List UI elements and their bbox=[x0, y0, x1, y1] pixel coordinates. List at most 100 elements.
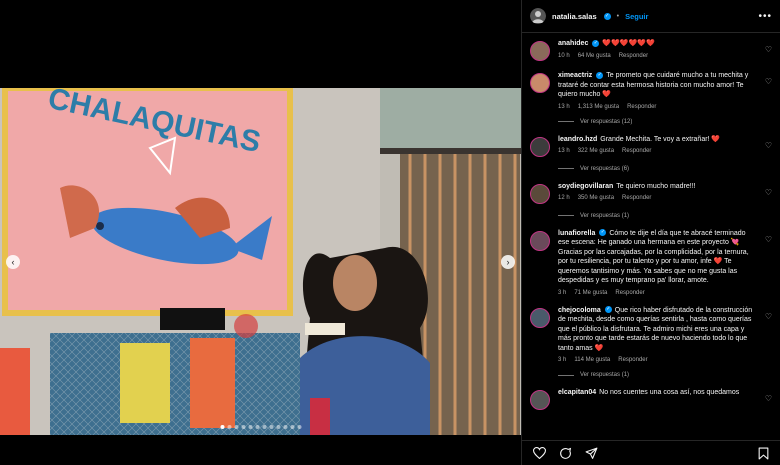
verified-badge-icon: ✓ bbox=[596, 71, 604, 79]
comment-timestamp: 13 h bbox=[558, 148, 570, 154]
post-photo: CHALAQUITAS bbox=[0, 88, 521, 435]
reply-button[interactable]: Responder bbox=[622, 148, 651, 154]
reply-button[interactable]: Responder bbox=[615, 290, 644, 296]
carousel-dot bbox=[283, 425, 287, 429]
comment-likes-count[interactable]: 322 Me gusta bbox=[578, 148, 614, 154]
next-photo-button[interactable]: › bbox=[501, 255, 515, 269]
comment-row: leandro.hzd Grande Mechita. Te voy a extr… bbox=[530, 135, 772, 157]
comment-text: Te quiero mucho madre!!! bbox=[616, 182, 696, 190]
comment-text-block: soydiegovillaran Te quiero mucho madre!!! bbox=[558, 182, 758, 192]
comment-text: No nos cuentes una cosa así, nos quedamo… bbox=[599, 389, 740, 396]
photo-scene: CHALAQUITAS bbox=[0, 88, 521, 435]
carousel-dot bbox=[297, 425, 301, 429]
comment-row: chejocoloma ✓ Que rico haber disfrutado de… bbox=[530, 306, 772, 363]
comment-like-heart-icon[interactable]: ♡ bbox=[765, 188, 772, 197]
carousel-dot bbox=[269, 425, 273, 429]
commenter-avatar[interactable] bbox=[530, 73, 550, 93]
comment-row: lunafiorella ✓ Cómo te dije el día que te … bbox=[530, 229, 772, 296]
comment-body: anahidec ✓ ❤️❤️❤️❤️❤️❤️ 10 h 64 Me gusta Resp… bbox=[558, 39, 772, 61]
comment-timestamp: 13 h bbox=[558, 103, 570, 110]
author-username[interactable]: natalia.salas bbox=[552, 12, 597, 21]
commenter-avatar[interactable] bbox=[530, 183, 550, 204]
view-replies-button[interactable]: Ver respuestas (6) bbox=[558, 166, 772, 172]
commenter-username[interactable]: elcapitan04 bbox=[558, 389, 596, 396]
bookmark-icon[interactable] bbox=[756, 446, 770, 460]
comment-row: elcapitan04 No nos cuentes una cosa así, … bbox=[530, 388, 772, 410]
comment-item: elcapitan04 No nos cuentes una cosa así, … bbox=[530, 388, 772, 410]
comment-body: elcapitan04 No nos cuentes una cosa así, … bbox=[558, 388, 772, 410]
separator-dot: • bbox=[616, 12, 620, 20]
replies-divider bbox=[558, 374, 574, 376]
comment-like-heart-icon[interactable]: ♡ bbox=[765, 45, 772, 54]
follow-button[interactable]: Seguir bbox=[625, 12, 648, 21]
commenter-username[interactable]: ximeactriz bbox=[558, 72, 592, 79]
reply-button[interactable]: Responder bbox=[622, 195, 651, 201]
carousel-dot bbox=[255, 425, 259, 429]
comment-like-heart-icon[interactable]: ♡ bbox=[765, 141, 772, 150]
comment-likes-count[interactable]: 71 Me gusta bbox=[574, 290, 607, 296]
comment-timestamp: 3 h bbox=[558, 289, 567, 296]
view-replies-button[interactable]: Ver respuestas (12) bbox=[558, 119, 772, 125]
carousel-dot bbox=[262, 425, 266, 429]
comment-body: soydiegovillaran Te quiero mucho madre!!!… bbox=[558, 182, 772, 204]
comment-likes-count[interactable]: 1,313 Me gusta bbox=[578, 104, 619, 110]
comment-text-block: anahidec ✓ ❤️❤️❤️❤️❤️❤️ bbox=[558, 39, 758, 49]
reply-button[interactable]: Responder bbox=[618, 357, 647, 363]
carousel-dot bbox=[248, 425, 252, 429]
comment-text-block: ximeactriz ✓ Te prometo que cuidaré mucho … bbox=[558, 71, 758, 100]
post-media-area: CHALAQUITAS ‹ › bbox=[0, 0, 521, 465]
comment-likes-count[interactable]: 350 Me gusta bbox=[578, 195, 614, 201]
view-replies-button[interactable]: Ver respuestas (1) bbox=[558, 372, 772, 378]
comment-like-heart-icon[interactable]: ♡ bbox=[765, 312, 772, 321]
commenter-username[interactable]: chejocoloma bbox=[558, 307, 601, 314]
comment-likes-count[interactable]: 64 Me gusta bbox=[578, 53, 611, 59]
comment-meta: 13 h 322 Me gusta Responder bbox=[558, 148, 758, 154]
verified-badge-icon: ✓ bbox=[603, 12, 611, 20]
carousel-indicator bbox=[220, 425, 301, 429]
view-replies-button[interactable]: Ver respuestas (1) bbox=[558, 213, 772, 219]
post-header: natalia.salas ✓ • Seguir ••• bbox=[522, 0, 780, 33]
more-horizontal-icon[interactable]: ••• bbox=[758, 11, 772, 22]
comment-text-block: leandro.hzd Grande Mechita. Te voy a extr… bbox=[558, 135, 758, 145]
comment-like-heart-icon[interactable]: ♡ bbox=[765, 235, 772, 244]
comment-like-heart-icon[interactable]: ♡ bbox=[765, 77, 772, 86]
comment-item: chejocoloma ✓ Que rico haber disfrutado de… bbox=[530, 306, 772, 378]
comment-item: lunafiorella ✓ Cómo te dije el día que te … bbox=[530, 229, 772, 296]
comment-text-block: lunafiorella ✓ Cómo te dije el día que te … bbox=[558, 229, 758, 286]
carousel-dot bbox=[276, 425, 280, 429]
comment-row: anahidec ✓ ❤️❤️❤️❤️❤️❤️ 10 h 64 Me gusta Resp… bbox=[530, 39, 772, 61]
replies-divider bbox=[558, 121, 574, 122]
comment-meta: 3 h 71 Me gusta Responder bbox=[558, 290, 758, 296]
comment-body: ximeactriz ✓ Te prometo que cuidaré mucho … bbox=[558, 71, 772, 110]
comment-icon[interactable] bbox=[558, 446, 572, 460]
commenter-username[interactable]: anahidec bbox=[558, 40, 588, 47]
comment-meta: 10 h 64 Me gusta Responder bbox=[558, 53, 758, 59]
commenter-avatar[interactable] bbox=[530, 390, 550, 410]
heart-icon[interactable] bbox=[532, 446, 546, 460]
comment-text: ❤️❤️❤️❤️❤️❤️ bbox=[602, 40, 655, 47]
commenter-avatar[interactable] bbox=[530, 230, 550, 251]
commenter-avatar[interactable] bbox=[530, 41, 550, 61]
view-replies-label: Ver respuestas (6) bbox=[580, 165, 630, 172]
post-modal: CHALAQUITAS ‹ › natalia.salas ✓ • Seguir… bbox=[0, 0, 780, 465]
prev-photo-button[interactable]: ‹ bbox=[6, 255, 20, 269]
comment-like-heart-icon[interactable]: ♡ bbox=[765, 394, 772, 403]
author-avatar[interactable] bbox=[530, 8, 546, 24]
commenter-username[interactable]: leandro.hzd bbox=[558, 136, 597, 143]
comment-item: anahidec ✓ ❤️❤️❤️❤️❤️❤️ 10 h 64 Me gusta Resp… bbox=[530, 39, 772, 61]
comment-likes-count[interactable]: 114 Me gusta bbox=[574, 357, 610, 363]
commenter-avatar[interactable] bbox=[530, 136, 550, 157]
comment-item: ximeactriz ✓ Te prometo que cuidaré mucho … bbox=[530, 71, 772, 125]
comment-text: Cómo te dije el día que te abracé termin… bbox=[558, 229, 749, 285]
share-icon[interactable] bbox=[584, 446, 598, 460]
commenter-avatar[interactable] bbox=[530, 307, 550, 328]
comment-body: chejocoloma ✓ Que rico haber disfrutado de… bbox=[558, 306, 772, 363]
commenter-username[interactable]: soydiegovillaran bbox=[558, 183, 613, 190]
comment-item: soydiegovillaran Te quiero mucho madre!!!… bbox=[530, 182, 772, 219]
comment-row: ximeactriz ✓ Te prometo que cuidaré mucho … bbox=[530, 71, 772, 110]
view-replies-label: Ver respuestas (1) bbox=[580, 372, 630, 378]
comment-body: lunafiorella ✓ Cómo te dije el día que te … bbox=[558, 229, 772, 296]
commenter-username[interactable]: lunafiorella bbox=[558, 230, 595, 237]
reply-button[interactable]: Responder bbox=[619, 53, 648, 59]
reply-button[interactable]: Responder bbox=[627, 104, 656, 110]
